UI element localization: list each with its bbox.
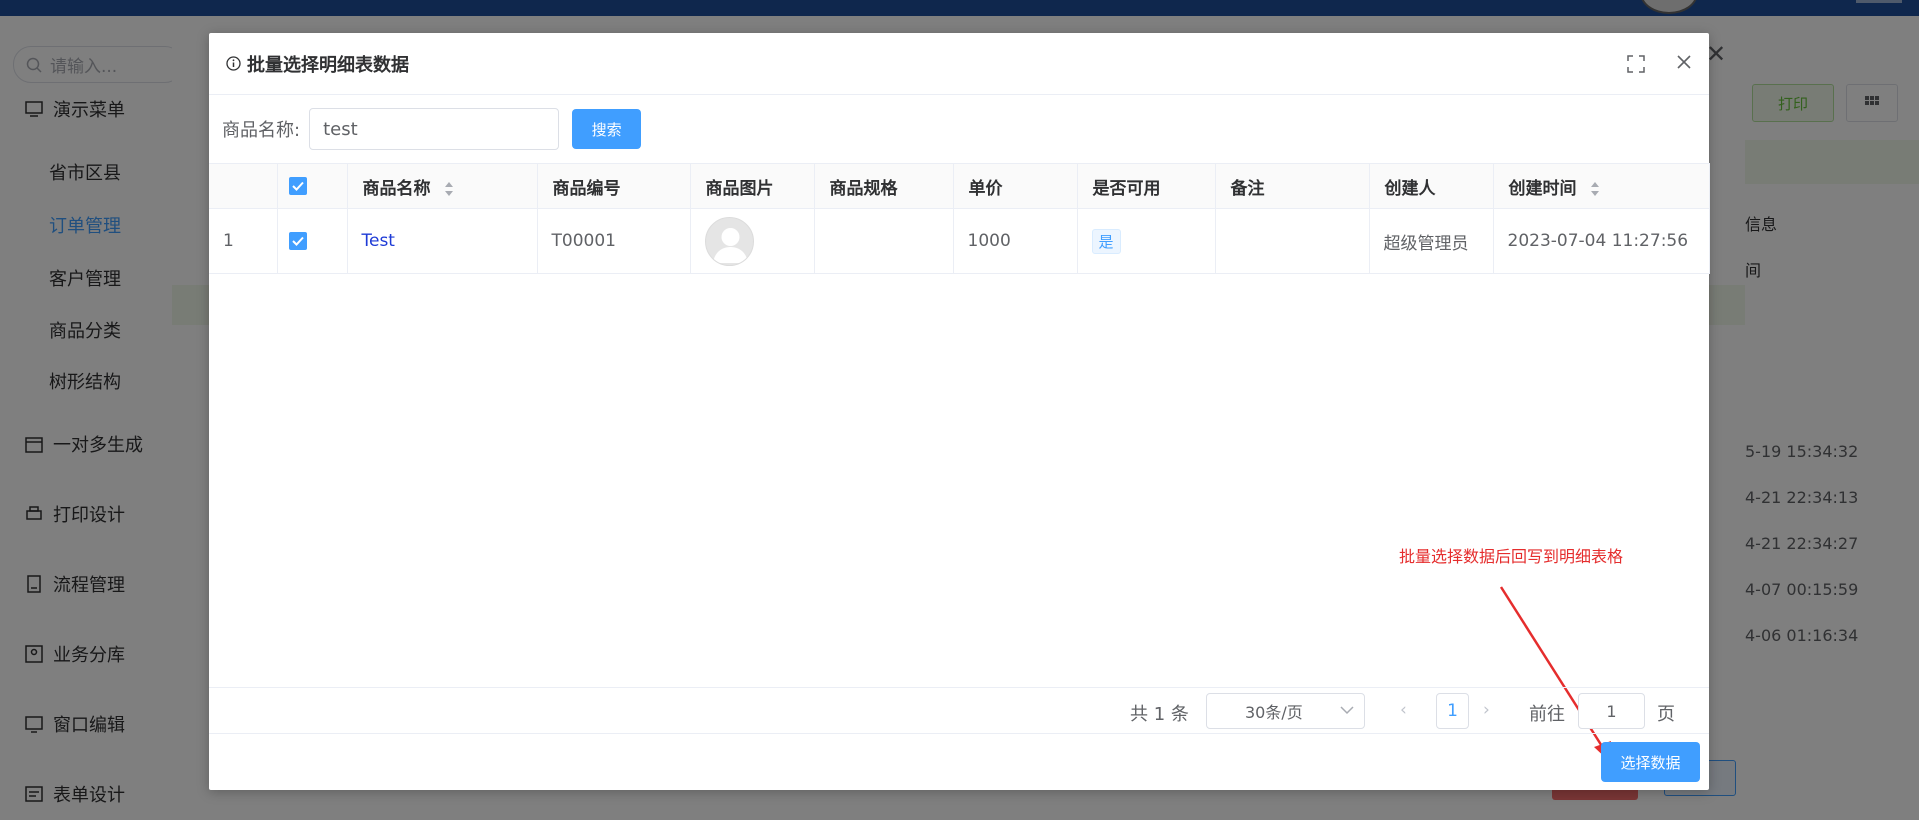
column-header-created-at[interactable]: 创建时间	[1493, 163, 1710, 209]
product-table: 商品名称 商品编号 商品图片 商品规格 单价 是否可用 备注 创建人 创建时间 …	[209, 163, 1710, 274]
sort-caret-icon[interactable]	[444, 181, 454, 197]
row-index: 1	[209, 208, 278, 274]
table-header-row: 商品名称 商品编号 商品图片 商品规格 单价 是否可用 备注 创建人 创建时间	[209, 163, 1710, 209]
goto-page-input[interactable]	[1578, 693, 1645, 729]
pagination-total: 共 1 条	[1130, 704, 1189, 725]
select-all-checkbox[interactable]	[277, 163, 348, 209]
price-cell: 1000	[953, 208, 1078, 274]
goto-label: 前往	[1529, 704, 1565, 725]
next-page-icon[interactable]: ›	[1483, 700, 1490, 720]
column-header-product-image: 商品图片	[690, 163, 815, 209]
avatar-placeholder-icon[interactable]	[704, 216, 754, 266]
product-name-label: 商品名称:	[222, 120, 301, 141]
annotation-arrow-icon	[1499, 586, 1611, 761]
info-circle-icon	[226, 56, 241, 71]
creator-cell: 超级管理员	[1369, 208, 1494, 274]
search-button[interactable]: 搜索	[572, 109, 642, 149]
column-header-index	[209, 163, 278, 209]
product-name-link[interactable]: Test	[362, 231, 395, 251]
dialog-header: 批量选择明细表数据	[209, 33, 1709, 95]
column-header-available: 是否可用	[1077, 163, 1216, 209]
prev-page-icon[interactable]: ‹	[1400, 700, 1407, 720]
available-cell: 是	[1077, 208, 1216, 274]
product-image-cell	[690, 208, 815, 274]
close-icon[interactable]	[1675, 53, 1693, 71]
chevron-down-icon	[1340, 706, 1354, 715]
column-header-product-spec: 商品规格	[814, 163, 954, 209]
pagination: 共 1 条 30条/页 ‹ 1 › 前往 页	[209, 687, 1709, 734]
column-header-creator: 创建人	[1369, 163, 1494, 209]
row-checkbox[interactable]	[277, 208, 348, 274]
page-size-value: 30条/页	[1245, 703, 1303, 722]
select-data-button[interactable]: 选择数据	[1601, 742, 1700, 782]
column-header-price: 单价	[953, 163, 1078, 209]
product-spec-cell	[814, 208, 954, 274]
page-suffix-label: 页	[1657, 704, 1675, 725]
column-header-label: 商品名称	[362, 178, 431, 199]
status-badge: 是	[1091, 228, 1121, 254]
page-size-select[interactable]: 30条/页	[1206, 693, 1365, 729]
product-name-input[interactable]	[309, 108, 560, 150]
batch-select-dialog: 批量选择明细表数据 商品名称: 搜索 商品名称 商品编号 商品图片	[209, 33, 1710, 790]
sort-caret-icon[interactable]	[1590, 181, 1600, 197]
remark-cell	[1215, 208, 1370, 274]
column-header-remark: 备注	[1215, 163, 1370, 209]
created-at-cell: 2023-07-04 11:27:56	[1493, 208, 1710, 274]
dialog-title: 批量选择明细表数据	[247, 54, 409, 76]
product-name-cell[interactable]: Test	[347, 208, 538, 274]
checkbox-checked-icon[interactable]	[288, 232, 307, 250]
column-header-product-code: 商品编号	[537, 163, 691, 209]
page-number-current[interactable]: 1	[1436, 693, 1469, 729]
search-bar: 商品名称: 搜索	[209, 95, 1709, 163]
column-header-product-name[interactable]: 商品名称	[347, 163, 538, 209]
product-code-cell: T00001	[537, 208, 691, 274]
fullscreen-icon[interactable]	[1627, 55, 1645, 73]
column-header-label: 创建时间	[1508, 178, 1577, 199]
annotation-text: 批量选择数据后回写到明细表格	[1399, 547, 1624, 566]
table-row[interactable]: 1 Test T00001 1000 是 超级管理员 2023-07-04 11…	[209, 208, 1710, 274]
checkbox-checked-icon[interactable]	[288, 177, 307, 195]
